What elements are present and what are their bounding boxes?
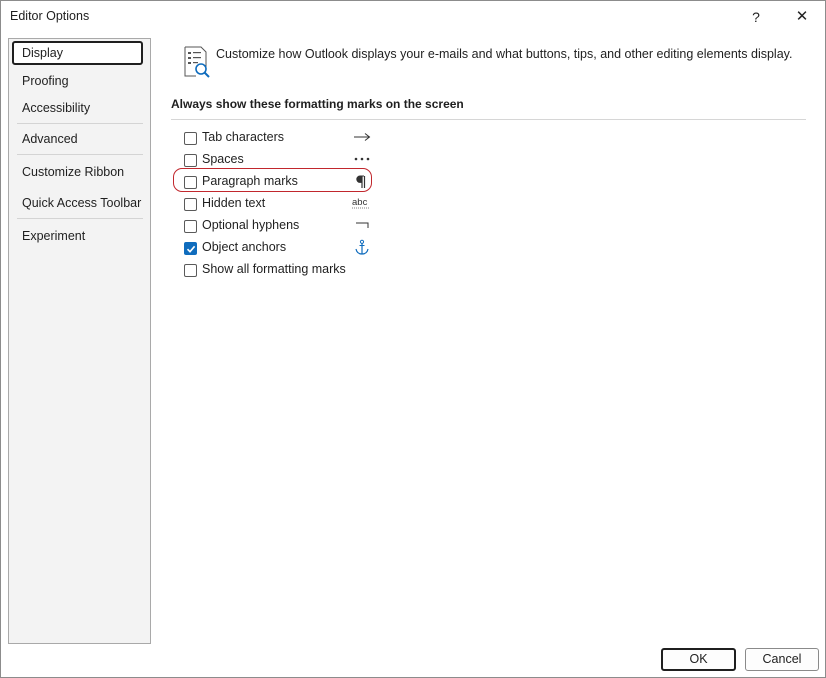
cancel-button[interactable]: Cancel [745, 648, 819, 671]
window-title: Editor Options [10, 9, 90, 23]
sidebar-divider [17, 123, 143, 124]
help-button[interactable]: ? [741, 5, 771, 29]
hidden-text-checkbox[interactable] [184, 198, 197, 211]
document-search-icon [184, 46, 210, 78]
option-label: Show all formatting marks [202, 262, 346, 276]
tab-arrow-icon [354, 133, 371, 141]
sidebar-item-experiment[interactable]: Experiment [12, 224, 143, 248]
sidebar-item-advanced[interactable]: Advanced [12, 127, 143, 151]
option-show-all-formatting-marks[interactable]: Show all formatting marks [182, 261, 372, 279]
option-spaces[interactable]: Spaces [182, 151, 372, 169]
hidden-text-icon-label: abc [352, 197, 368, 208]
option-label: Optional hyphens [202, 218, 300, 232]
close-button[interactable]: ✕ [787, 5, 817, 29]
option-hidden-text[interactable]: Hidden text abc [182, 195, 372, 213]
checkmark-icon [186, 245, 196, 253]
formatting-marks-section-title: Always show these formatting marks on th… [171, 97, 464, 111]
sidebar-divider [17, 154, 143, 155]
hidden-text-icon: abc [352, 197, 369, 209]
option-label: Hidden text [202, 196, 266, 210]
option-label: Object anchors [202, 240, 287, 254]
optional-hyphen-icon [356, 222, 369, 228]
option-label: Tab characters [202, 130, 284, 144]
option-optional-hyphens[interactable]: Optional hyphens [182, 217, 372, 235]
sidebar-item-quick-access-toolbar[interactable]: Quick Access Toolbar [12, 191, 143, 215]
editor-options-dialog: Editor Options ? ✕ Display Proofing Acce… [0, 0, 826, 678]
section-divider [171, 119, 806, 120]
page-description: Customize how Outlook displays your e-ma… [216, 47, 793, 61]
options-sidebar: Display Proofing Accessibility Advanced … [8, 38, 151, 644]
option-label: Spaces [202, 152, 244, 166]
annotation-highlight-ring [173, 168, 372, 192]
optional-hyphens-checkbox[interactable] [184, 220, 197, 233]
object-anchors-checkbox[interactable] [184, 242, 197, 255]
sidebar-item-proofing[interactable]: Proofing [12, 69, 143, 93]
sidebar-item-display[interactable]: Display [12, 41, 143, 65]
sidebar-divider [17, 218, 143, 219]
show-all-formatting-marks-checkbox[interactable] [184, 264, 197, 277]
option-tab-characters[interactable]: Tab characters [182, 129, 372, 147]
sidebar-item-customize-ribbon[interactable]: Customize Ribbon [12, 160, 143, 184]
tab-characters-checkbox[interactable] [184, 132, 197, 145]
spaces-checkbox[interactable] [184, 154, 197, 167]
ok-button[interactable]: OK [661, 648, 736, 671]
sidebar-item-accessibility[interactable]: Accessibility [12, 96, 143, 120]
space-dots-icon [354, 157, 370, 161]
title-bar: Editor Options ? ✕ [1, 1, 825, 33]
option-object-anchors[interactable]: Object anchors [182, 239, 372, 257]
anchor-icon [355, 239, 369, 255]
